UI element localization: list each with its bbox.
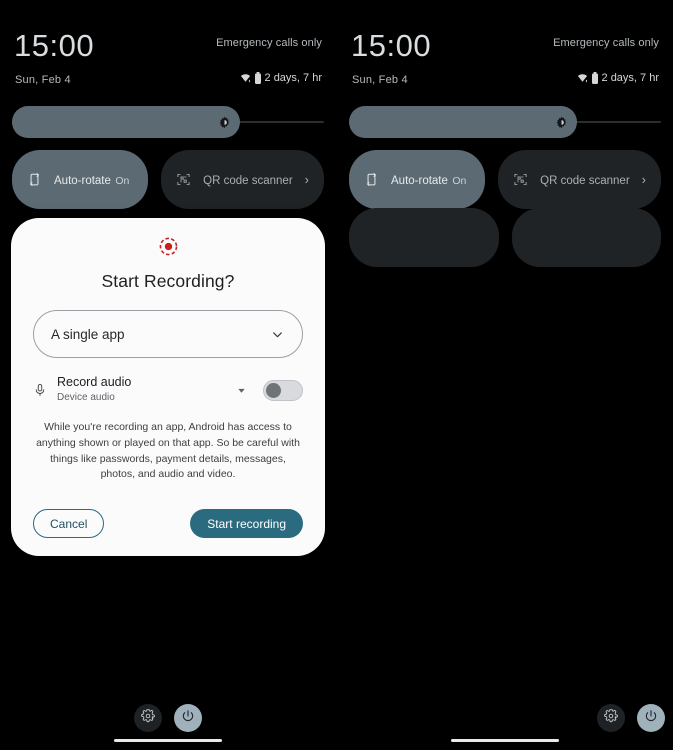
recording-disclaimer: While you're recording an app, Android h… bbox=[36, 421, 300, 481]
screen-record-icon bbox=[33, 232, 303, 260]
recording-dialog-actions: Cancel Start recording bbox=[33, 509, 303, 538]
tile-qr-code-scanner-text: QR code scanner bbox=[203, 171, 293, 189]
battery-icon bbox=[254, 72, 262, 84]
recording-scope-value: A single app bbox=[51, 326, 125, 342]
chevron-right-icon: › bbox=[641, 172, 646, 187]
wifi-icon bbox=[577, 73, 588, 84]
quick-settings-tiles-row-partial bbox=[349, 208, 661, 267]
cancel-button[interactable]: Cancel bbox=[33, 509, 105, 538]
power-button[interactable] bbox=[174, 704, 202, 732]
caret-down-icon[interactable] bbox=[236, 385, 247, 396]
settings-button[interactable] bbox=[134, 704, 162, 732]
battery-icon bbox=[591, 72, 599, 84]
panel-left-start-recording: 15:00 Sun, Feb 4 Emergency calls only 2 … bbox=[0, 0, 336, 750]
screenshot-root: 15:00 Sun, Feb 4 Emergency calls only 2 … bbox=[0, 0, 673, 750]
record-audio-toggle[interactable] bbox=[263, 379, 303, 401]
tile-auto-rotate[interactable]: Auto-rotate On bbox=[12, 150, 149, 209]
status-date: Sun, Feb 4 bbox=[15, 74, 71, 86]
tile-auto-rotate-sublabel: On bbox=[452, 174, 467, 187]
tile-auto-rotate-text: Auto-rotate On bbox=[54, 171, 133, 189]
tile-auto-rotate-label: Auto-rotate bbox=[54, 174, 111, 187]
power-button[interactable] bbox=[637, 704, 665, 732]
record-audio-sublabel: Device audio bbox=[57, 391, 115, 403]
start-recording-title: Start Recording? bbox=[101, 271, 235, 291]
recording-scope-dropdown[interactable]: A single app bbox=[33, 310, 303, 358]
record-audio-label: Record audio bbox=[57, 374, 132, 389]
footer-buttons-right bbox=[597, 704, 665, 732]
wifi-icon bbox=[240, 73, 251, 84]
chevron-right-icon: › bbox=[304, 172, 309, 187]
status-clock: 15:00 bbox=[351, 28, 432, 63]
power-icon bbox=[644, 709, 658, 728]
qr-code-icon bbox=[176, 172, 191, 187]
tile-qr-code-scanner-label: QR code scanner bbox=[203, 174, 293, 187]
tile-auto-rotate-label: Auto-rotate bbox=[391, 174, 448, 187]
home-indicator bbox=[114, 739, 222, 742]
gear-icon bbox=[604, 708, 618, 728]
tile-qr-code-scanner[interactable]: QR code scanner › bbox=[498, 150, 661, 209]
battery-remaining-text: 2 days, 7 hr bbox=[601, 72, 659, 84]
chevron-down-icon bbox=[270, 327, 285, 342]
start-recording-button[interactable]: Start recording bbox=[190, 509, 303, 538]
quick-settings-tiles-row: Auto-rotate On QR code scanner › bbox=[12, 150, 324, 209]
status-clock: 15:00 bbox=[14, 28, 95, 63]
footer-buttons-left bbox=[134, 704, 202, 732]
status-date: Sun, Feb 4 bbox=[352, 74, 408, 86]
settings-button[interactable] bbox=[597, 704, 625, 732]
brightness-slider[interactable] bbox=[349, 106, 661, 138]
tile-auto-rotate-sublabel: On bbox=[115, 174, 130, 187]
quick-settings-header: 15:00 Sun, Feb 4 Emergency calls only 2 … bbox=[351, 30, 659, 92]
brightness-fill bbox=[349, 106, 577, 138]
gear-icon bbox=[141, 708, 155, 728]
record-audio-toggle-thumb bbox=[266, 382, 281, 398]
record-audio-row[interactable]: Record audio Device audio bbox=[33, 372, 303, 408]
microphone-icon bbox=[33, 383, 47, 397]
brightness-fill bbox=[12, 106, 240, 138]
status-right-group: 2 days, 7 hr bbox=[240, 72, 322, 84]
start-recording-dialog: Start Recording? A single app Record aud… bbox=[11, 218, 325, 556]
status-carrier-text: Emergency calls only bbox=[553, 37, 659, 49]
tile-qr-code-scanner[interactable]: QR code scanner › bbox=[161, 150, 324, 209]
quick-settings-header: 15:00 Sun, Feb 4 Emergency calls only 2 … bbox=[14, 30, 322, 92]
brightness-icon bbox=[218, 115, 232, 129]
tile-qr-code-scanner-label: QR code scanner bbox=[540, 174, 630, 187]
auto-rotate-icon bbox=[364, 172, 379, 187]
tile-auto-rotate[interactable]: Auto-rotate On bbox=[349, 150, 486, 209]
tile-qr-code-scanner-text: QR code scanner bbox=[540, 171, 630, 189]
tile-auto-rotate-text: Auto-rotate On bbox=[391, 171, 470, 189]
brightness-icon bbox=[555, 115, 569, 129]
tile-partial-left[interactable] bbox=[349, 208, 499, 267]
record-audio-texts: Record audio Device audio bbox=[57, 375, 226, 406]
status-right-group: 2 days, 7 hr bbox=[577, 72, 659, 84]
quick-settings-tiles-row: Auto-rotate On QR code scanner › bbox=[349, 150, 661, 209]
tile-partial-right[interactable] bbox=[511, 208, 661, 267]
battery-remaining-text: 2 days, 7 hr bbox=[264, 72, 322, 84]
brightness-slider[interactable] bbox=[12, 106, 324, 138]
status-carrier-text: Emergency calls only bbox=[216, 37, 322, 49]
qr-code-icon bbox=[513, 172, 528, 187]
home-indicator bbox=[451, 739, 559, 742]
power-icon bbox=[181, 709, 195, 728]
panel-right-start-casting: 15:00 Sun, Feb 4 Emergency calls only 2 … bbox=[337, 0, 673, 750]
auto-rotate-icon bbox=[27, 172, 42, 187]
